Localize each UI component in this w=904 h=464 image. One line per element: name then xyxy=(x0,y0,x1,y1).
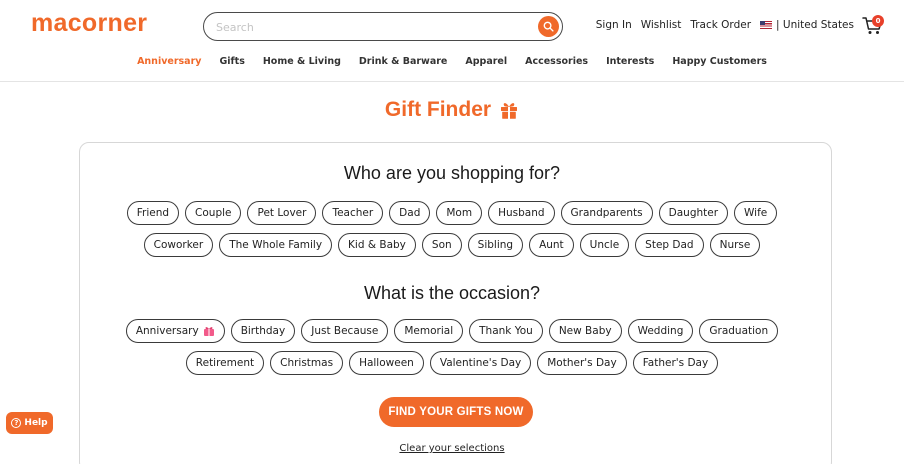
gift-icon xyxy=(501,103,518,119)
chip-halloween[interactable]: Halloween xyxy=(349,351,424,375)
nav-item-happy-customers[interactable]: Happy Customers xyxy=(672,56,767,67)
chip-kid-baby[interactable]: Kid & Baby xyxy=(338,233,416,257)
chip-sibling[interactable]: Sibling xyxy=(467,233,524,257)
sign-in-link[interactable]: Sign In xyxy=(596,19,632,31)
nav-item-drink-barware[interactable]: Drink & Barware xyxy=(359,56,447,67)
chip-wife[interactable]: Wife xyxy=(734,201,778,225)
chip-mothers-day[interactable]: Mother's Day xyxy=(537,351,627,375)
search-input[interactable] xyxy=(216,17,526,37)
chip-teacher[interactable]: Teacher xyxy=(322,201,384,225)
recipient-question: Who are you shopping for? xyxy=(343,163,561,183)
chip-just-because[interactable]: Just Because xyxy=(301,319,389,343)
clear-selections-label[interactable]: Clear your selections xyxy=(399,443,504,454)
page-title-wrap: Gift Finder xyxy=(0,98,904,122)
recipient-row-1: Friend Couple Pet Lover Teacher Dad Mom … xyxy=(0,201,904,225)
nav-item-interests[interactable]: Interests xyxy=(606,56,654,67)
nav-item-anniversary[interactable]: Anniversary xyxy=(137,56,201,67)
occasion-row-1: Anniversary Birthday Just Because Memori… xyxy=(0,319,904,343)
occasion-row-2: Retirement Christmas Halloween Valentine… xyxy=(0,351,904,375)
clear-selections-link: Clear your selections xyxy=(0,443,904,454)
chip-coworker[interactable]: Coworker xyxy=(143,233,214,257)
chip-thank-you[interactable]: Thank You xyxy=(469,319,543,343)
chip-christmas[interactable]: Christmas xyxy=(270,351,344,375)
cart-count-badge: 0 xyxy=(872,15,884,27)
chip-aunt[interactable]: Aunt xyxy=(529,233,574,257)
chip-wedding[interactable]: Wedding xyxy=(627,319,694,343)
chip-mom[interactable]: Mom xyxy=(436,201,483,225)
chip-nurse[interactable]: Nurse xyxy=(709,233,761,257)
site-logo[interactable]: macorner xyxy=(31,9,147,38)
nav-item-apparel[interactable]: Apparel xyxy=(465,56,507,67)
search-button[interactable] xyxy=(538,16,559,37)
page-title: Gift Finder xyxy=(384,98,492,121)
recipient-row-2: Coworker The Whole Family Kid & Baby Son… xyxy=(0,233,904,257)
chip-anniversary-label: Anniversary xyxy=(135,325,199,337)
chip-dad[interactable]: Dad xyxy=(389,201,431,225)
chip-fathers-day[interactable]: Father's Day xyxy=(632,351,719,375)
account-links: Sign In Wishlist Track Order | United St… xyxy=(587,19,854,31)
search-icon xyxy=(543,21,554,32)
chip-husband[interactable]: Husband xyxy=(488,201,555,225)
chip-memorial[interactable]: Memorial xyxy=(394,319,464,343)
country-selector[interactable]: | United States xyxy=(776,19,854,31)
chip-valentines-day[interactable]: Valentine's Day xyxy=(429,351,532,375)
heart-gift-icon xyxy=(203,327,214,336)
nav-item-gifts[interactable]: Gifts xyxy=(219,56,244,67)
chip-couple[interactable]: Couple xyxy=(185,201,242,225)
chip-uncle[interactable]: Uncle xyxy=(579,233,630,257)
chip-whole-family[interactable]: The Whole Family xyxy=(219,233,333,257)
search-bar xyxy=(203,12,563,41)
us-flag-icon[interactable] xyxy=(760,21,773,29)
help-icon: ? xyxy=(11,418,22,428)
wishlist-link[interactable]: Wishlist xyxy=(641,19,682,31)
find-gifts-button[interactable]: FIND YOUR GIFTS NOW xyxy=(379,397,533,427)
main-nav: Anniversary Gifts Home & Living Drink & … xyxy=(0,56,904,67)
chip-friend[interactable]: Friend xyxy=(126,201,180,225)
track-order-link[interactable]: Track Order xyxy=(690,19,751,31)
chip-son[interactable]: Son xyxy=(421,233,462,257)
chip-new-baby[interactable]: New Baby xyxy=(548,319,622,343)
site-header: macorner Sign In Wishlist Track Order | … xyxy=(0,0,904,82)
help-label: Help xyxy=(24,418,48,428)
nav-item-accessories[interactable]: Accessories xyxy=(525,56,588,67)
chip-retirement[interactable]: Retirement xyxy=(185,351,265,375)
chip-birthday[interactable]: Birthday xyxy=(230,319,296,343)
chip-graduation[interactable]: Graduation xyxy=(699,319,779,343)
chip-grandparents[interactable]: Grandparents xyxy=(560,201,653,225)
help-button[interactable]: ? Help xyxy=(6,412,53,434)
nav-item-home-living[interactable]: Home & Living xyxy=(263,56,341,67)
occasion-question: What is the occasion? xyxy=(363,283,541,303)
chip-pet-lover[interactable]: Pet Lover xyxy=(247,201,317,225)
chip-daughter[interactable]: Daughter xyxy=(658,201,729,225)
chip-step-dad[interactable]: Step Dad xyxy=(635,233,704,257)
chip-anniversary[interactable]: Anniversary xyxy=(125,319,225,343)
